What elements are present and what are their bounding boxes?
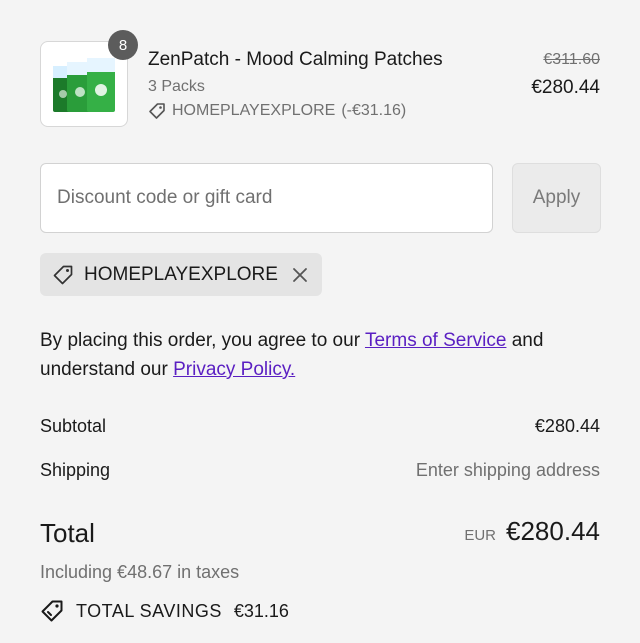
product-discount-amount: (-€31.16) bbox=[341, 102, 407, 119]
remove-discount-button[interactable] bbox=[292, 267, 308, 283]
subtotal-label: Subtotal bbox=[40, 416, 107, 436]
tag-icon bbox=[149, 103, 165, 119]
total-value: €280.44 bbox=[506, 516, 600, 546]
product-discount-code: HOMEPLAYEXPLORE bbox=[172, 102, 336, 119]
tag-icon bbox=[53, 265, 73, 284]
product-name: ZenPatch - Mood Calming Patches bbox=[148, 49, 443, 70]
quantity-badge: 8 bbox=[108, 30, 138, 60]
original-price: €311.60 bbox=[543, 51, 600, 68]
applied-discount-chip: HOMEPLAYEXPLORE bbox=[40, 253, 322, 296]
close-icon bbox=[293, 267, 307, 282]
legal-notice: By placing this order, you agree to our … bbox=[40, 326, 600, 384]
total-label: Total bbox=[40, 518, 95, 548]
savings-tag-icon bbox=[41, 600, 63, 622]
total-savings-label: TOTAL SAVINGS bbox=[76, 600, 222, 621]
total-value-group: EUR €280.44 bbox=[464, 516, 600, 547]
legal-text-prefix: By placing this order, you agree to our bbox=[40, 330, 365, 351]
currency-code: EUR bbox=[464, 527, 497, 544]
applied-discount-code: HOMEPLAYEXPLORE bbox=[84, 263, 278, 285]
apply-button[interactable]: Apply bbox=[512, 163, 601, 233]
discount-code-input[interactable] bbox=[40, 163, 493, 233]
total-savings: TOTAL SAVINGS €31.16 bbox=[40, 599, 289, 623]
shipping-label: Shipping bbox=[40, 460, 111, 480]
subtotal-value: €280.44 bbox=[534, 416, 600, 436]
product-price: €280.44 bbox=[531, 77, 600, 98]
total-savings-value: €31.16 bbox=[233, 600, 289, 621]
product-discount: HOMEPLAYEXPLORE (-€31.16) bbox=[148, 102, 406, 120]
taxes-note: Including €48.67 in taxes bbox=[40, 562, 240, 582]
privacy-policy-link[interactable]: Privacy Policy. bbox=[173, 359, 295, 380]
shipping-value: Enter shipping address bbox=[415, 460, 600, 480]
terms-of-service-link[interactable]: Terms of Service bbox=[365, 330, 506, 351]
product-variant: 3 Packs bbox=[148, 78, 205, 95]
